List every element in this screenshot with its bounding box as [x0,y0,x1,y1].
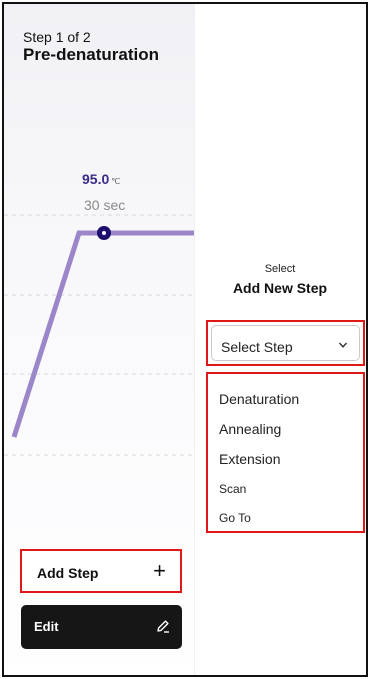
edit-label: Edit [34,619,59,634]
add-step-button[interactable]: Add Step + [20,549,182,593]
option-extension[interactable]: Extension [219,451,280,467]
step-detail-panel: Step 1 of 2 Pre-denaturation 95.0 ℃ 30 se… [4,4,194,675]
hold-point-center [102,231,106,235]
panel-title: Add New Step [232,280,328,296]
temperature-ramp-line [11,230,194,438]
option-annealing[interactable]: Annealing [219,421,281,437]
panel-subtitle: Select [264,263,296,275]
pencil-icon [157,620,169,633]
step-type-select[interactable]: Select Step [206,320,365,366]
edit-button[interactable]: Edit [21,605,182,649]
plus-icon: + [153,558,166,583]
step-type-options: Denaturation Annealing Extension Scan Go… [206,372,365,533]
app-frame: Step 1 of 2 Pre-denaturation 95.0 ℃ 30 se… [2,2,368,677]
chevron-down-icon [338,342,348,348]
add-step-label: Add Step [37,565,99,581]
option-scan[interactable]: Scan [219,482,246,496]
option-denaturation[interactable]: Denaturation [219,391,299,407]
select-value: Select Step [221,339,293,355]
select-box: Select Step [211,325,360,361]
option-go-to[interactable]: Go To [219,511,251,525]
